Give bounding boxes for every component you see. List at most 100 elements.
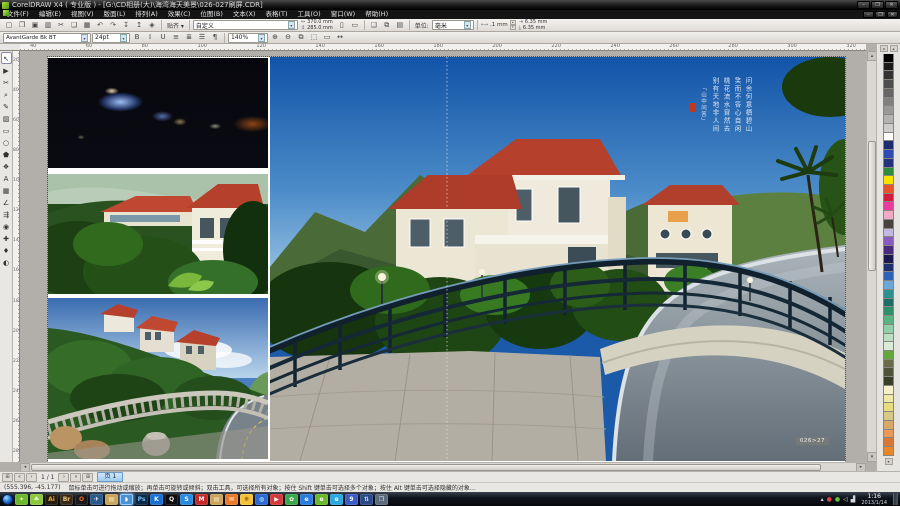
color-swatch[interactable] (883, 438, 894, 447)
vertical-ruler[interactable]: 20406080100120140160180200220240260280 (13, 51, 20, 462)
zoom-tool[interactable]: ⌕ (1, 88, 12, 100)
show-desktop-button[interactable] (893, 493, 898, 505)
add-page-button-2[interactable]: ⊞ (82, 473, 93, 482)
color-swatch[interactable] (883, 133, 894, 142)
smart-fill-tool[interactable]: ▨ (1, 112, 12, 124)
taskbar-input-icon[interactable]: 9 (345, 494, 358, 505)
taskbar-pea-icon[interactable]: ☘ (30, 494, 43, 505)
layout-button[interactable]: ▤ (394, 20, 406, 31)
color-swatch[interactable] (883, 150, 894, 159)
taskbar-storm-player-icon[interactable]: ▶ (270, 494, 283, 505)
redo-icon[interactable]: ↷ (107, 20, 119, 31)
align-left-button[interactable]: ≡ (170, 32, 182, 43)
color-swatch[interactable] (883, 54, 894, 63)
doc-restore-button[interactable]: ❐ (875, 11, 886, 18)
taskbar-coreldraw-icon[interactable]: ◗ (120, 494, 133, 505)
new-document-icon[interactable]: ▢ (3, 20, 15, 31)
paste-icon[interactable]: ▦ (81, 20, 93, 31)
portrait-orientation-button[interactable]: ▯ (336, 20, 348, 31)
menu-item[interactable]: 文本(X) (228, 10, 261, 19)
color-swatch[interactable] (883, 264, 894, 273)
color-swatch[interactable] (883, 168, 894, 177)
outline-tool[interactable]: ♦ (1, 244, 12, 256)
taskbar-office-icon[interactable]: O (75, 494, 88, 505)
close-button[interactable]: ✕ (885, 1, 898, 9)
color-swatch[interactable] (883, 176, 894, 185)
color-swatch[interactable] (883, 403, 894, 412)
crop-tool[interactable]: ✂ (1, 76, 12, 88)
taskbar-qvod-icon[interactable]: ✦ (15, 494, 28, 505)
taskbar-window-icon[interactable]: ❐ (375, 494, 388, 505)
drop-cap-button[interactable]: ¶ (209, 32, 221, 43)
page-tab-1[interactable]: 页 1 (97, 472, 123, 482)
taskbar-sogou-explorer-icon[interactable]: e (330, 494, 343, 505)
color-swatch[interactable] (883, 246, 894, 255)
rectangle-tool[interactable]: ▭ (1, 124, 12, 136)
menu-item[interactable]: 编辑(E) (34, 10, 66, 19)
horizontal-scrollbar[interactable]: ◂ ▸ (20, 462, 866, 471)
chevron-down-icon[interactable]: ▾ (81, 34, 88, 42)
underline-button[interactable]: U (157, 32, 169, 43)
menu-item[interactable]: 效果(C) (163, 10, 196, 19)
next-page-button[interactable]: › (58, 473, 69, 482)
color-swatch[interactable] (883, 237, 894, 246)
shape-tool[interactable]: ▶ (1, 64, 12, 76)
color-swatch[interactable] (883, 316, 894, 325)
zoom-all-icon[interactable]: ⬚ (308, 32, 320, 43)
tray-hidden-icons[interactable]: ▴ (821, 494, 824, 505)
blend-tool[interactable]: ◉ (1, 220, 12, 232)
save-icon[interactable]: ▣ (29, 20, 41, 31)
tray-update-icon[interactable]: ● (835, 494, 840, 505)
open-icon[interactable]: ❒ (16, 20, 28, 31)
page-preset-combobox[interactable]: 自定义 ▾ (193, 20, 298, 30)
bold-button[interactable]: B (131, 32, 143, 43)
color-swatch[interactable] (883, 377, 894, 386)
color-swatch[interactable] (883, 447, 894, 456)
taskbar-usb-icon[interactable]: ⇅ (360, 494, 373, 505)
color-swatch[interactable] (883, 368, 894, 377)
color-swatch[interactable] (883, 159, 894, 168)
color-swatch[interactable] (883, 290, 894, 299)
photo-night-scene[interactable] (48, 58, 268, 168)
color-swatch[interactable] (883, 342, 894, 351)
color-swatch[interactable] (883, 386, 894, 395)
taskbar-folder2-icon[interactable]: ▤ (210, 494, 223, 505)
palette-flyout-icon[interactable]: ◂ (880, 45, 888, 52)
start-button[interactable] (2, 494, 13, 505)
add-page-button[interactable]: ⊞ (2, 473, 13, 482)
menu-item[interactable]: 视图(V) (66, 10, 99, 19)
menu-item[interactable]: 版面(L) (99, 10, 131, 19)
color-swatch[interactable] (883, 229, 894, 238)
print-icon[interactable]: ▥ (42, 20, 54, 31)
taskbar-folder-icon[interactable]: ▤ (105, 494, 118, 505)
landscape-orientation-button[interactable]: ▭ (349, 20, 361, 31)
menu-item[interactable]: 帮助(H) (360, 10, 393, 19)
menu-item[interactable]: 排列(A) (130, 10, 163, 19)
nudge-spinner[interactable]: ▴▾ (510, 20, 516, 30)
font-size-combobox[interactable]: 24pt ▾ (92, 33, 130, 43)
menu-item[interactable]: 表格(T) (260, 10, 292, 19)
cut-icon[interactable]: ✂ (55, 20, 67, 31)
last-page-button[interactable]: » (70, 473, 81, 482)
color-swatch[interactable] (883, 202, 894, 211)
previous-page-button[interactable]: ‹ (26, 473, 37, 482)
color-swatch[interactable] (883, 395, 894, 404)
freehand-tool[interactable]: ✎ (1, 100, 12, 112)
color-swatch[interactable] (883, 71, 894, 80)
chevron-down-icon[interactable]: ▾ (288, 21, 295, 29)
all-pages-button[interactable]: ❏ (368, 20, 380, 31)
tray-volume-icon[interactable]: ◁ (843, 494, 848, 505)
color-swatch[interactable] (883, 89, 894, 98)
photo-villa-forest[interactable] (48, 174, 268, 294)
ruler-origin-corner[interactable] (0, 44, 20, 51)
taskbar-qq-icon[interactable]: Q (165, 494, 178, 505)
taskbar-xunlei-icon[interactable]: ✿ (285, 494, 298, 505)
color-swatch[interactable] (883, 272, 894, 281)
export-icon[interactable]: ↥ (133, 20, 145, 31)
menu-item[interactable]: 位图(B) (195, 10, 228, 19)
units-combobox[interactable]: 毫米 ▾ (432, 20, 474, 30)
horizontal-ruler[interactable]: 4060801001201401601802002202402602803003… (20, 44, 866, 51)
eyedropper-tool[interactable]: ✚ (1, 232, 12, 244)
copy-icon[interactable]: ❏ (68, 20, 80, 31)
horizontal-scroll-thumb[interactable] (31, 464, 821, 471)
